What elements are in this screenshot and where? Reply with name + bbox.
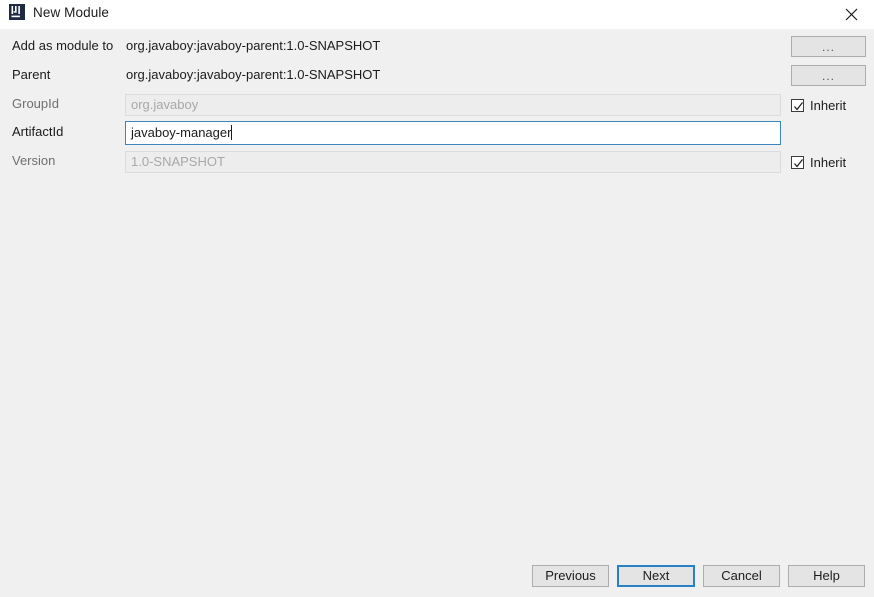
artifactid-input[interactable]: javaboy-manager bbox=[125, 121, 781, 145]
label-parent: Parent bbox=[12, 67, 51, 82]
close-icon[interactable] bbox=[828, 0, 874, 29]
browse-add-as-module-to-button[interactable]: ... bbox=[791, 36, 866, 57]
next-button[interactable]: Next bbox=[617, 565, 695, 587]
groupid-inherit-checkbox[interactable]: Inherit bbox=[791, 96, 846, 114]
groupid-inherit-label: Inherit bbox=[810, 97, 847, 113]
groupid-value: org.javaboy bbox=[131, 97, 199, 112]
label-version: Version bbox=[12, 153, 56, 168]
checkmark-icon bbox=[791, 98, 804, 112]
titlebar: New Module bbox=[0, 0, 874, 29]
value-add-as-module-to: org.javaboy:javaboy-parent:1.0-SNAPSHOT bbox=[126, 38, 381, 53]
artifactid-value: javaboy-manager bbox=[131, 125, 232, 140]
checkmark-icon bbox=[791, 155, 804, 169]
form-row-version: Version 1.0-SNAPSHOT Inherit bbox=[0, 151, 874, 173]
label-artifactid: ArtifactId bbox=[12, 124, 64, 139]
form-row-artifactid: ArtifactId javaboy-manager bbox=[0, 121, 874, 145]
previous-button[interactable]: Previous bbox=[532, 565, 609, 587]
intellij-idea-icon bbox=[9, 4, 25, 20]
version-inherit-label: Inherit bbox=[810, 154, 847, 170]
browse-parent-button[interactable]: ... bbox=[791, 65, 866, 86]
version-inherit-checkbox[interactable]: Inherit bbox=[791, 153, 846, 171]
new-module-dialog: New Module Add as module to org.javaboy:… bbox=[0, 0, 874, 597]
label-groupid: GroupId bbox=[12, 96, 59, 111]
help-button[interactable]: Help bbox=[788, 565, 865, 587]
version-value: 1.0-SNAPSHOT bbox=[131, 154, 225, 169]
value-parent: org.javaboy:javaboy-parent:1.0-SNAPSHOT bbox=[126, 67, 381, 82]
cancel-button[interactable]: Cancel bbox=[703, 565, 780, 587]
form-row-parent: Parent org.javaboy:javaboy-parent:1.0-SN… bbox=[0, 65, 874, 87]
groupid-input[interactable]: org.javaboy bbox=[125, 94, 781, 116]
dialog-footer: Previous Next Cancel Help bbox=[0, 560, 874, 597]
text-caret bbox=[231, 125, 233, 140]
version-input[interactable]: 1.0-SNAPSHOT bbox=[125, 151, 781, 173]
label-add-as-module-to: Add as module to bbox=[12, 38, 114, 53]
window-title: New Module bbox=[33, 5, 110, 20]
form-row-add-as-module-to: Add as module to org.javaboy:javaboy-par… bbox=[0, 36, 874, 58]
form-row-groupid: GroupId org.javaboy Inherit bbox=[0, 94, 874, 116]
